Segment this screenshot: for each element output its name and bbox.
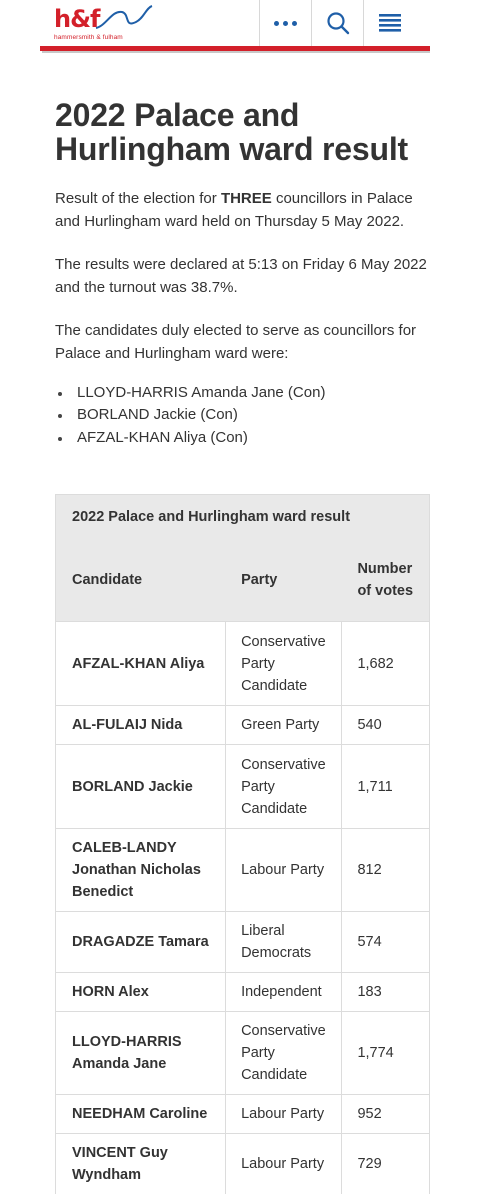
candidate-party: Liberal Democrats: [226, 912, 343, 972]
list-item: AFZAL-KHAN Aliya (Con): [55, 427, 430, 449]
table-row: BORLAND Jackie Conservative Party Candid…: [56, 744, 429, 828]
candidate-votes: 1,682: [357, 655, 394, 672]
logo-subtitle: hammersmith & fulham: [54, 34, 123, 41]
logo-text: h&f: [54, 5, 100, 33]
candidate-party: Conservative Party Candidate: [226, 1012, 343, 1094]
results-table: 2022 Palace and Hurlingham ward result C…: [55, 494, 430, 1194]
list-item: BORLAND Jackie (Con): [55, 404, 430, 426]
table-caption: 2022 Palace and Hurlingham ward result: [56, 495, 429, 539]
candidate-name: LLOYD-HARRIS Amanda Jane: [56, 1012, 227, 1094]
candidate-name: HORN Alex: [56, 973, 227, 1011]
candidate-party: Labour Party: [226, 1095, 343, 1133]
intro-text-bold: THREE: [220, 190, 272, 207]
candidate-votes: 812: [357, 862, 382, 878]
candidate-party: Independent: [226, 973, 343, 1011]
candidate-party: Labour Party: [226, 1134, 343, 1194]
candidate-votes: 729: [357, 1156, 382, 1172]
candidate-name: VINCENT Guy Wyndham: [56, 1134, 227, 1194]
page-title: 2022 Palace and Hurlingham ward result: [55, 97, 408, 167]
main-content: 2022 Palace and Hurlingham ward result R…: [55, 98, 430, 449]
table-row: CALEB-LANDY Jonathan Nicholas Benedict L…: [56, 828, 429, 911]
table-row: AFZAL-KHAN Aliya Conservative Party Cand…: [56, 621, 429, 705]
candidate-party: Conservative Party Candidate: [226, 622, 343, 705]
table-row: HORN Alex Independent 183: [56, 972, 429, 1011]
table-header: Candidate Party Number of votes: [56, 539, 429, 621]
elected-intro: The candidates duly elected to serve as …: [55, 322, 417, 362]
candidate-party: Conservative Party Candidate: [226, 745, 343, 828]
header-candidate: Candidate: [72, 572, 143, 588]
table-row: DRAGADZE Tamara Liberal Democrats 574: [56, 911, 429, 972]
candidate-name: BORLAND Jackie: [56, 745, 227, 828]
candidate-party: Labour Party: [226, 829, 343, 911]
logo-wave-icon: [95, 5, 153, 29]
menu-icon: [378, 14, 401, 32]
menu-button[interactable]: [363, 0, 415, 46]
candidate-name: NEEDHAM Caroline: [56, 1095, 227, 1133]
site-header: h&f hammersmith & fulham: [40, 0, 430, 48]
header-votes: Number of votes: [357, 561, 414, 599]
more-button[interactable]: [259, 0, 311, 46]
candidate-name: CALEB-LANDY Jonathan Nicholas Benedict: [56, 829, 227, 911]
more-dots-icon: [274, 20, 297, 26]
candidate-votes: 540: [357, 717, 382, 733]
elected-list: LLOYD-HARRIS Amanda Jane (Con) BORLAND J…: [55, 382, 430, 449]
table-row: NEEDHAM Caroline Labour Party 952: [56, 1094, 429, 1133]
table-row: LLOYD-HARRIS Amanda Jane Conservative Pa…: [56, 1011, 429, 1094]
candidate-votes: 574: [357, 934, 382, 950]
header-party: Party: [241, 572, 278, 588]
search-button[interactable]: [311, 0, 363, 46]
intro-text-start: Result of the election for: [55, 190, 221, 207]
candidate-votes: 952: [357, 1106, 382, 1122]
candidate-votes: 1,774: [357, 1045, 394, 1061]
site-logo[interactable]: h&f hammersmith & fulham: [54, 4, 174, 42]
declared-paragraph: The results were declared at 5:13 on Fri…: [55, 256, 427, 296]
candidate-votes: 1,711: [357, 778, 393, 795]
candidate-votes: 183: [357, 984, 382, 1000]
candidate-name: DRAGADZE Tamara: [56, 912, 227, 972]
candidate-party: Green Party: [226, 706, 343, 744]
table-row: AL-FULAIJ Nida Green Party 540: [56, 705, 429, 744]
list-item: LLOYD-HARRIS Amanda Jane (Con): [55, 382, 430, 404]
header-shadow: [42, 51, 430, 53]
search-icon: [326, 12, 349, 35]
table-row: VINCENT Guy Wyndham Labour Party 729: [56, 1133, 429, 1194]
candidate-name: AL-FULAIJ Nida: [56, 706, 227, 744]
intro-paragraph: Result of the election for THREE council…: [55, 188, 430, 233]
candidate-name: AFZAL-KHAN Aliya: [56, 622, 227, 705]
